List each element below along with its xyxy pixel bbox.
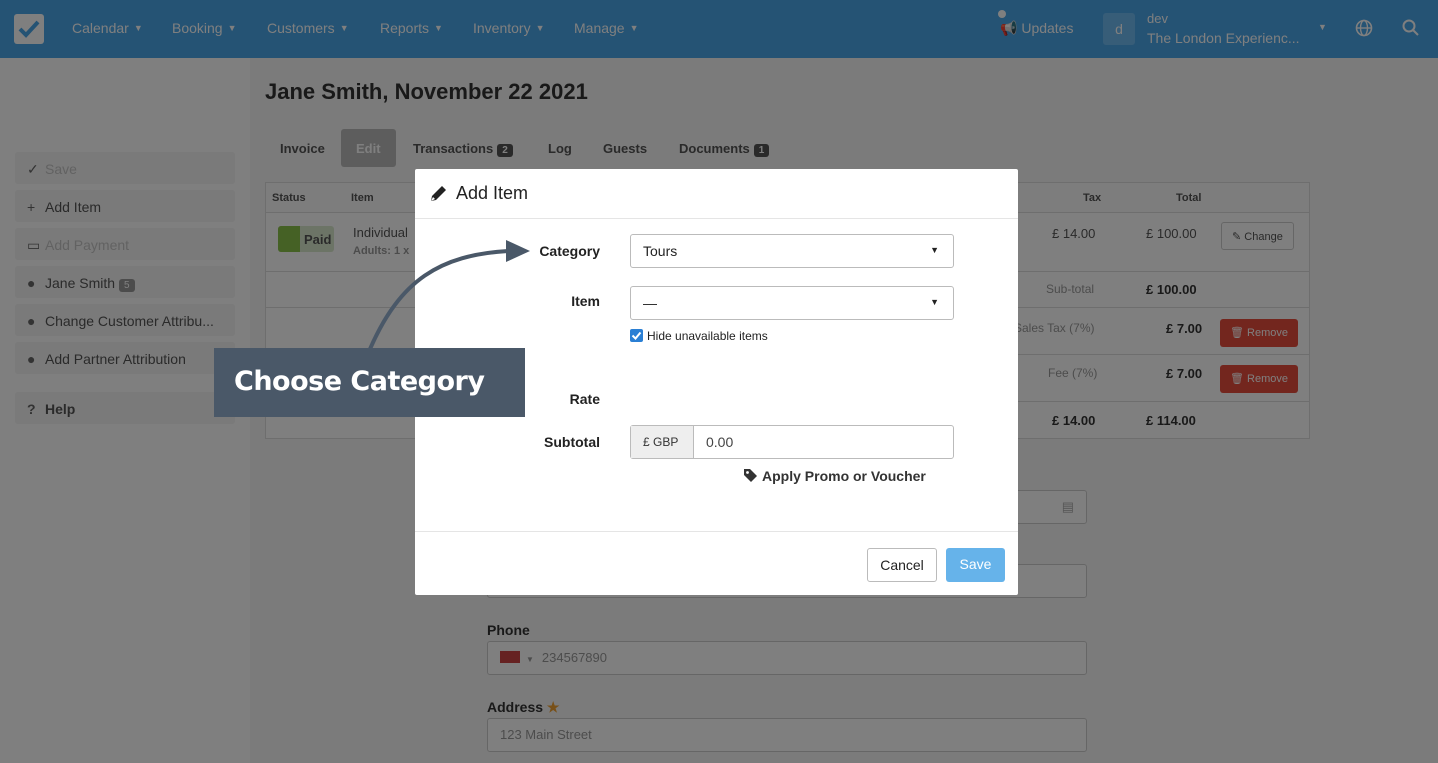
callout-text: Choose Category bbox=[234, 366, 485, 397]
callout-box: Choose Category bbox=[214, 348, 525, 417]
